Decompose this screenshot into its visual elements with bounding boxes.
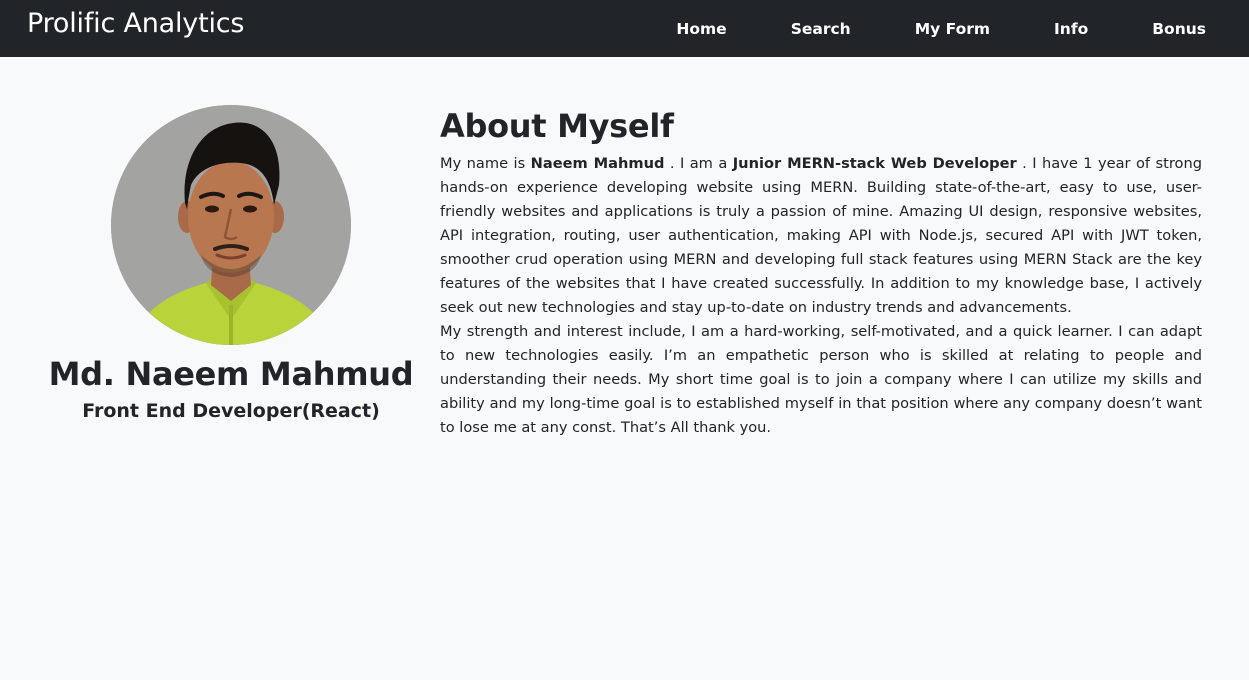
- top-navbar: Prolific Analytics Home Search My Form I…: [0, 0, 1249, 57]
- about-title-highlight: Junior MERN-stack Web Developer: [732, 155, 1017, 172]
- about-name-highlight: Naeem Mahmud: [530, 155, 665, 172]
- nav-link-home[interactable]: Home: [676, 20, 726, 38]
- about-intro-text: My name is: [440, 155, 531, 172]
- about-body: My name is Naeem Mahmud . I am a Junior …: [440, 152, 1202, 440]
- nav-link-search[interactable]: Search: [791, 20, 851, 38]
- profile-photo: [111, 105, 351, 345]
- about-section: About Myself My name is Naeem Mahmud . I…: [440, 106, 1202, 440]
- about-title: About Myself: [440, 107, 674, 145]
- about-paragraph-2: My strength and interest include, I am a…: [440, 323, 1202, 436]
- about-paragraph-1: My name is Naeem Mahmud . I am a Junior …: [440, 152, 1202, 320]
- nav-link-info[interactable]: Info: [1054, 20, 1088, 38]
- about-rest-text: . I have 1 year of strong hands-on exper…: [440, 155, 1202, 316]
- profile-role: Front End Developer(React): [82, 400, 380, 422]
- about-mid-text: . I am a: [664, 155, 733, 172]
- profile-name: Md. Naeem Mahmud: [48, 355, 414, 393]
- nav-links: Home Search My Form Info Bonus: [676, 0, 1249, 57]
- brand-logo-link[interactable]: Prolific Analytics: [27, 8, 244, 39]
- nav-link-bonus[interactable]: Bonus: [1152, 20, 1206, 38]
- nav-link-my-form[interactable]: My Form: [915, 20, 990, 38]
- profile-card: Md. Naeem Mahmud Front End Developer(Rea…: [40, 105, 422, 422]
